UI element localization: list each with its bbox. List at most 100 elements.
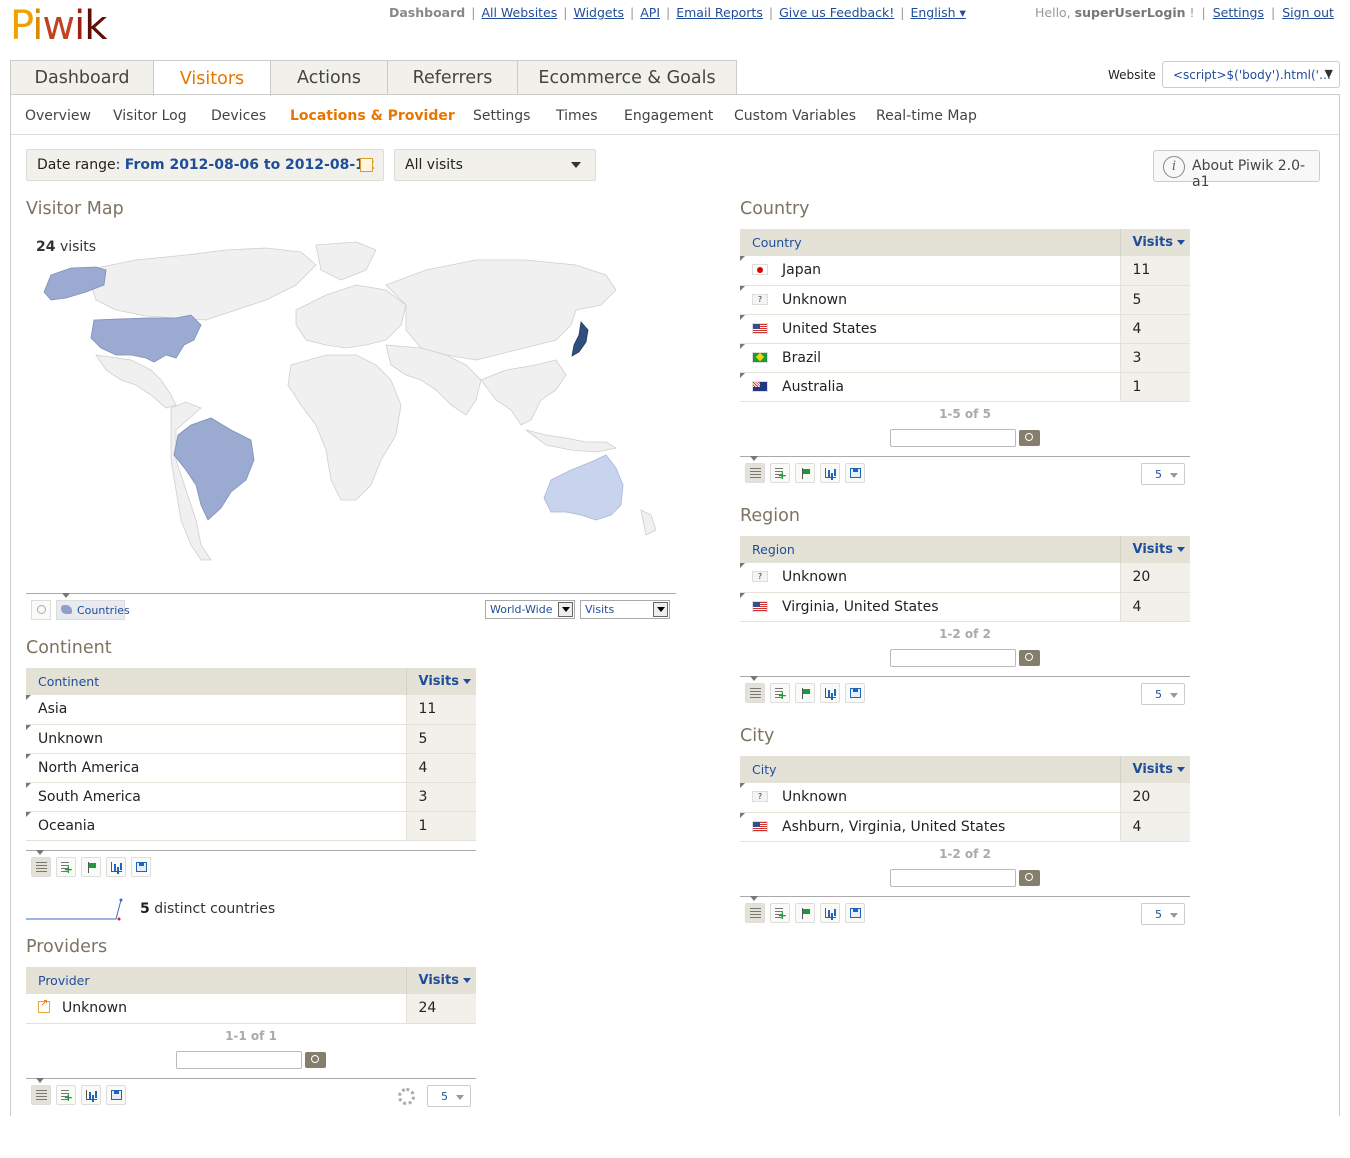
table-row[interactable]: ? Unknown 20 [740, 783, 1190, 813]
table-more-view-icon[interactable]: + [770, 683, 790, 703]
table-row[interactable]: Unknown 24 [26, 994, 476, 1024]
table-more-view-icon[interactable]: + [56, 1085, 76, 1105]
search-icon[interactable] [1019, 870, 1040, 886]
tab-actions[interactable]: Actions [270, 60, 388, 95]
topnav-feedback[interactable]: Give us Feedback! [779, 5, 894, 20]
row-limit-select[interactable]: 5 [1141, 463, 1185, 485]
goals-view-icon[interactable] [795, 463, 815, 483]
export-icon[interactable] [845, 683, 865, 703]
world-map[interactable] [26, 230, 676, 595]
export-icon[interactable] [131, 857, 151, 877]
goals-view-icon[interactable] [795, 903, 815, 923]
table-row[interactable]: Unknown 5 [26, 724, 476, 754]
table-view-icon[interactable] [745, 683, 765, 703]
map-metric-select[interactable]: Visits [580, 600, 670, 619]
table-more-view-icon[interactable]: + [56, 857, 76, 877]
city-search-input[interactable] [890, 869, 1016, 887]
topnav-api[interactable]: API [640, 5, 660, 20]
row-limit-select[interactable]: 5 [427, 1085, 471, 1107]
row-limit-value: 5 [441, 1090, 448, 1103]
subtab-visitor-log[interactable]: Visitor Log [113, 108, 187, 124]
topnav-email-reports[interactable]: Email Reports [676, 5, 763, 20]
signout-link[interactable]: Sign out [1282, 5, 1334, 20]
column-header-visits[interactable]: Visits [405, 668, 476, 695]
table-view-icon[interactable] [745, 463, 765, 483]
subtab-settings[interactable]: Settings [473, 108, 530, 124]
column-header-visits[interactable]: Visits [1119, 229, 1190, 256]
table-more-view-icon[interactable]: + [770, 463, 790, 483]
settings-link[interactable]: Settings [1213, 5, 1264, 20]
table-row[interactable]: Ashburn, Virginia, United States 4 [740, 812, 1190, 842]
date-range-selector[interactable]: Date range: From 2012-08-06 to 2012-08-1… [26, 149, 384, 181]
subtab-engagement[interactable]: Engagement [624, 108, 713, 124]
column-header-country[interactable]: Country [740, 229, 1120, 256]
subtab-devices[interactable]: Devices [211, 108, 266, 124]
row-limit-select[interactable]: 5 [1141, 903, 1185, 925]
table-row[interactable]: South America 3 [26, 782, 476, 812]
subtab-locations-provider[interactable]: Locations & Provider [290, 108, 455, 124]
export-icon[interactable] [845, 903, 865, 923]
about-piwik-button[interactable]: i About Piwik 2.0-a1 [1153, 150, 1320, 190]
column-header-visits[interactable]: Visits [1119, 756, 1190, 783]
table-row[interactable]: Virginia, United States 4 [740, 592, 1190, 622]
row-limit-select[interactable]: 5 [1141, 683, 1185, 705]
map-region-select[interactable]: World-Wide [485, 600, 575, 619]
column-header-city[interactable]: City [740, 756, 1120, 783]
countries-sparkline [26, 898, 123, 921]
subtab-realtime-map[interactable]: Real-time Map [876, 108, 977, 124]
table-view-icon[interactable] [745, 903, 765, 923]
goals-view-icon[interactable] [795, 683, 815, 703]
table-more-view-icon[interactable]: + [770, 903, 790, 923]
topnav-dashboard[interactable]: Dashboard [389, 5, 465, 20]
topnav-all-websites[interactable]: All Websites [481, 5, 557, 20]
table-row[interactable]: ? Unknown 20 [740, 563, 1190, 593]
bar-chart-icon[interactable] [106, 857, 126, 877]
bar-chart-icon[interactable] [820, 903, 840, 923]
table-row[interactable]: ? Unknown 5 [740, 285, 1190, 315]
column-header-continent[interactable]: Continent [26, 668, 406, 695]
bar-chart-icon[interactable] [81, 1085, 101, 1105]
country-search-input[interactable] [890, 429, 1016, 447]
website-selector[interactable]: <script>$('body').html('… ▼ [1162, 61, 1340, 88]
export-icon[interactable] [106, 1085, 126, 1105]
segment-selector[interactable]: All visits [394, 149, 596, 181]
table-row[interactable]: Australia 1 [740, 372, 1190, 402]
external-link-icon[interactable] [38, 998, 50, 1014]
providers-search-input[interactable] [176, 1051, 302, 1069]
tab-visitors[interactable]: Visitors [153, 60, 271, 96]
bar-chart-icon[interactable] [820, 463, 840, 483]
zoom-out-icon[interactable] [31, 600, 51, 620]
table-row[interactable]: Asia 11 [26, 695, 476, 725]
column-header-visits[interactable]: Visits [1119, 536, 1190, 563]
search-icon[interactable] [1019, 430, 1040, 446]
table-view-icon[interactable] [31, 857, 51, 877]
goals-view-icon[interactable] [81, 857, 101, 877]
gear-icon[interactable] [398, 1088, 415, 1105]
search-icon[interactable] [305, 1052, 326, 1068]
language-selector[interactable]: English ▾ [910, 5, 965, 20]
table-row[interactable]: Oceania 1 [26, 811, 476, 841]
table-row[interactable]: Japan 11 [740, 256, 1190, 286]
region-search-input[interactable] [890, 649, 1016, 667]
table-row[interactable]: United States 4 [740, 314, 1190, 344]
table-row[interactable]: North America 4 [26, 753, 476, 783]
table-row[interactable]: Brazil 3 [740, 343, 1190, 373]
subtab-overview[interactable]: Overview [25, 108, 91, 124]
piwik-logo[interactable]: Piwik [10, 4, 107, 48]
table-view-icon[interactable] [31, 1085, 51, 1105]
visitor-map[interactable] [26, 230, 676, 595]
countries-button[interactable]: Countries [56, 600, 130, 620]
search-icon[interactable] [1019, 650, 1040, 666]
tab-referrers[interactable]: Referrers [387, 60, 518, 95]
column-header-visits[interactable]: Visits [405, 967, 476, 994]
tab-ecommerce-goals[interactable]: Ecommerce & Goals [517, 60, 737, 95]
topnav-widgets[interactable]: Widgets [573, 5, 624, 20]
subtab-times[interactable]: Times [556, 108, 598, 124]
segment-value: All visits [405, 157, 463, 173]
subtab-custom-variables[interactable]: Custom Variables [734, 108, 856, 124]
export-icon[interactable] [845, 463, 865, 483]
column-header-provider[interactable]: Provider [26, 967, 406, 994]
column-header-region[interactable]: Region [740, 536, 1120, 563]
tab-dashboard[interactable]: Dashboard [10, 60, 154, 95]
bar-chart-icon[interactable] [820, 683, 840, 703]
